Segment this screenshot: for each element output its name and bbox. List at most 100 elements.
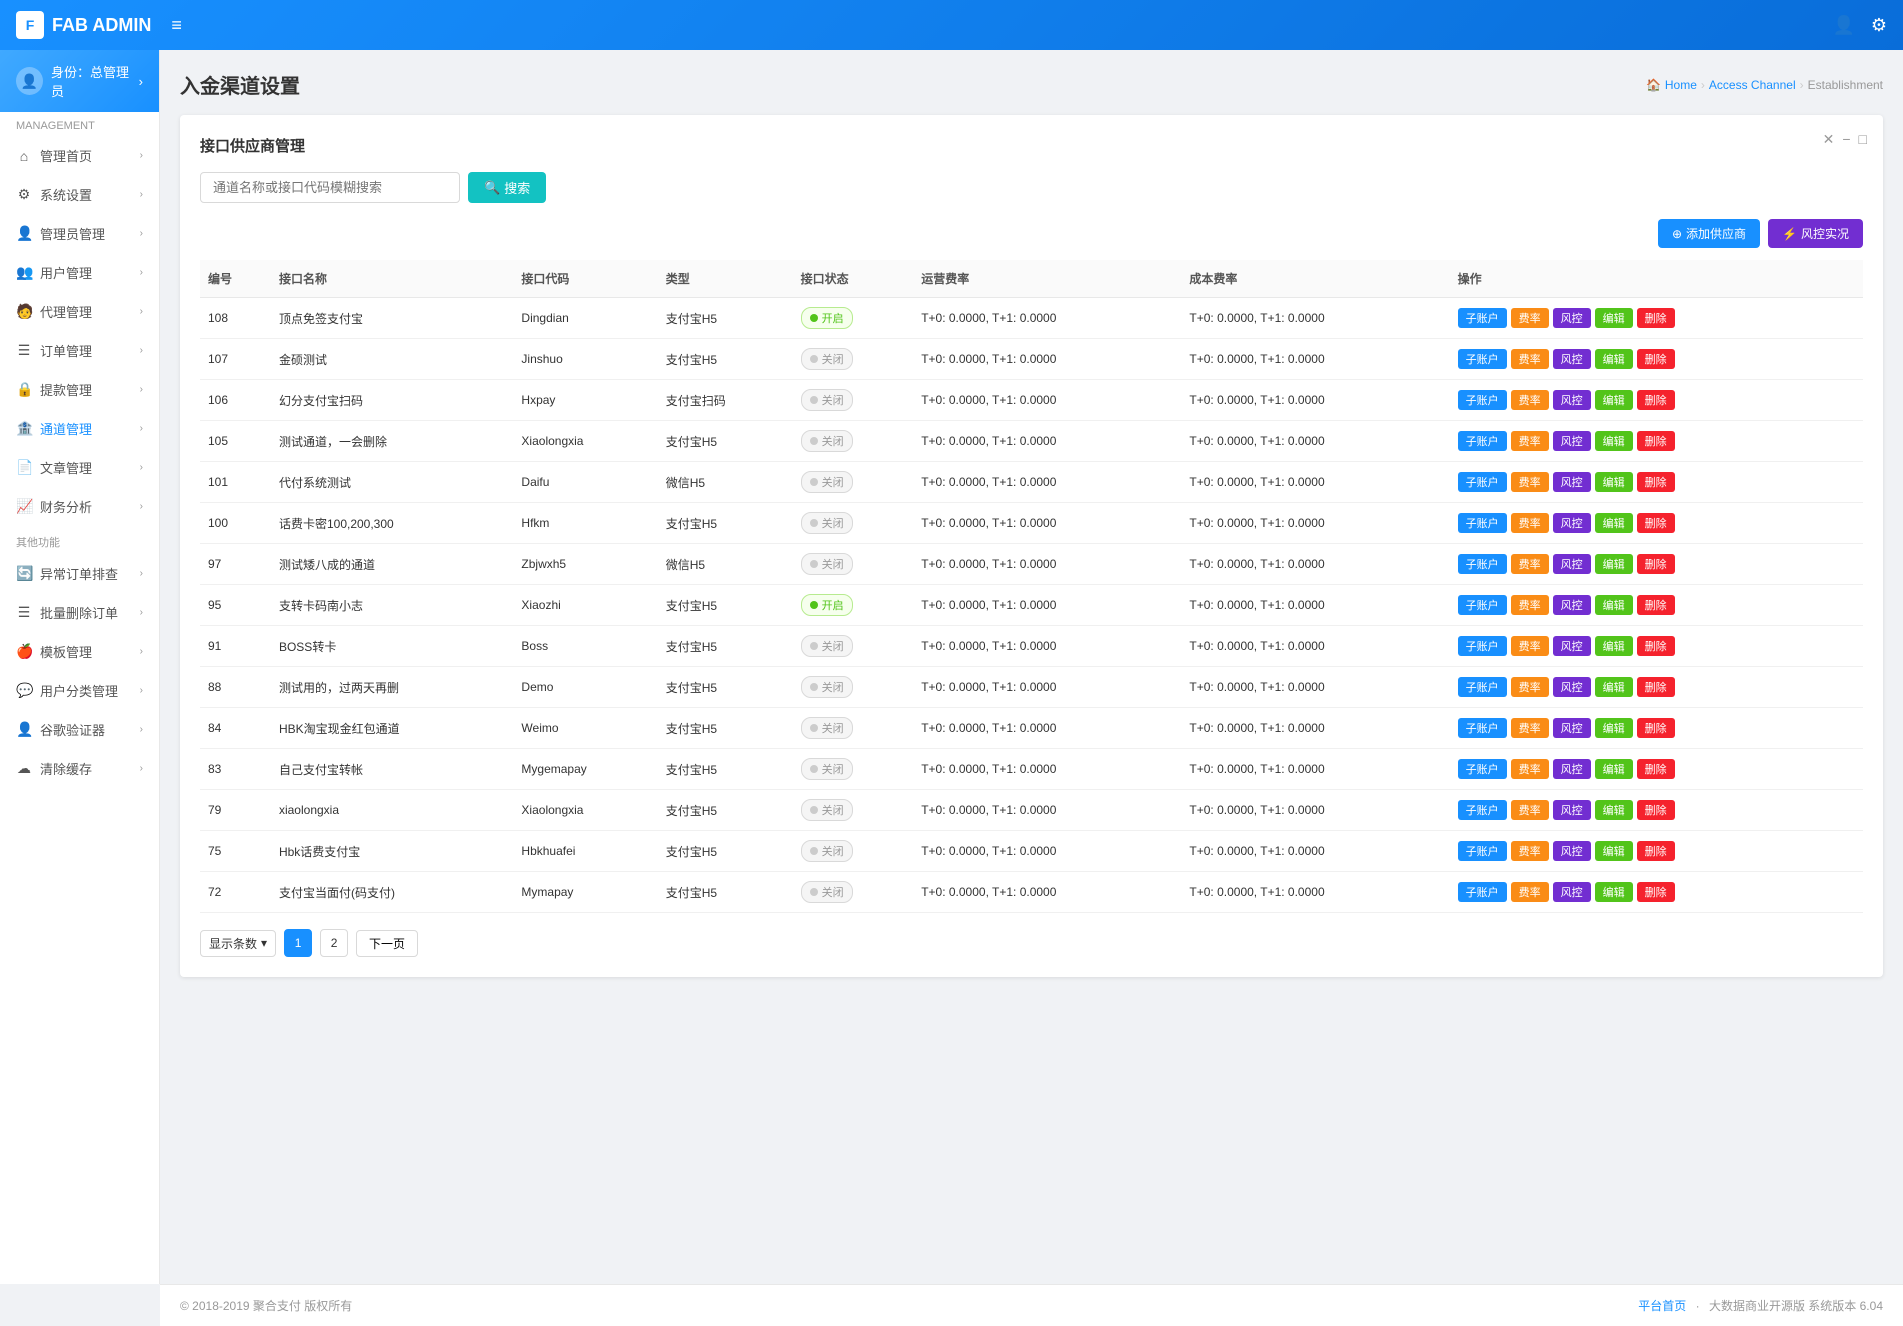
rate-button[interactable]: 费率 [1511, 431, 1549, 451]
delete-button[interactable]: 删除 [1637, 841, 1675, 861]
rate-button[interactable]: 费率 [1511, 349, 1549, 369]
rate-button[interactable]: 费率 [1511, 308, 1549, 328]
rate-button[interactable]: 费率 [1511, 718, 1549, 738]
rate-button[interactable]: 费率 [1511, 554, 1549, 574]
sidebar-item-home[interactable]: ⌂ 管理首页 › [0, 136, 159, 175]
search-input[interactable] [200, 172, 460, 203]
sidebar-item-google-auth[interactable]: 👤 谷歌验证器 › [0, 710, 159, 749]
edit-button[interactable]: 编辑 [1595, 718, 1633, 738]
delete-button[interactable]: 删除 [1637, 308, 1675, 328]
sub-account-button[interactable]: 子账户 [1458, 759, 1507, 779]
risk-button[interactable]: 风控 [1553, 472, 1591, 492]
delete-button[interactable]: 删除 [1637, 636, 1675, 656]
expand-icon[interactable]: □ [1859, 131, 1867, 148]
delete-button[interactable]: 删除 [1637, 349, 1675, 369]
delete-button[interactable]: 删除 [1637, 513, 1675, 533]
footer-platform-link[interactable]: 平台首页 [1638, 1299, 1686, 1313]
sub-account-button[interactable]: 子账户 [1458, 513, 1507, 533]
delete-button[interactable]: 删除 [1637, 677, 1675, 697]
risk-button[interactable]: 风控 [1553, 636, 1591, 656]
sub-account-button[interactable]: 子账户 [1458, 718, 1507, 738]
page-btn-1[interactable]: 1 [284, 929, 312, 957]
sub-account-button[interactable]: 子账户 [1458, 677, 1507, 697]
sub-account-button[interactable]: 子账户 [1458, 554, 1507, 574]
rate-button[interactable]: 费率 [1511, 472, 1549, 492]
edit-button[interactable]: 编辑 [1595, 636, 1633, 656]
sidebar-item-batch-delete[interactable]: ☰ 批量删除订单 › [0, 593, 159, 632]
rate-button[interactable]: 费率 [1511, 841, 1549, 861]
sub-account-button[interactable]: 子账户 [1458, 390, 1507, 410]
sub-account-button[interactable]: 子账户 [1458, 882, 1507, 902]
sidebar-item-users[interactable]: 👥 用户管理 › [0, 253, 159, 292]
delete-button[interactable]: 删除 [1637, 800, 1675, 820]
delete-button[interactable]: 删除 [1637, 431, 1675, 451]
edit-button[interactable]: 编辑 [1595, 595, 1633, 615]
risk-button[interactable]: 风控 [1553, 759, 1591, 779]
breadcrumb-home[interactable]: Home [1665, 78, 1697, 92]
sidebar-item-finance[interactable]: 📈 财务分析 › [0, 487, 159, 526]
edit-button[interactable]: 编辑 [1595, 390, 1633, 410]
sidebar-item-channels[interactable]: 🏦 通道管理 › [0, 409, 159, 448]
page-size-select[interactable]: 显示条数 ▾ [200, 930, 276, 957]
edit-button[interactable]: 编辑 [1595, 431, 1633, 451]
sidebar-item-anomaly[interactable]: 🔄 异常订单排查 › [0, 554, 159, 593]
add-supplier-button[interactable]: ⊕ 添加供应商 [1658, 219, 1760, 248]
sub-account-button[interactable]: 子账户 [1458, 595, 1507, 615]
sub-account-button[interactable]: 子账户 [1458, 308, 1507, 328]
rate-button[interactable]: 费率 [1511, 390, 1549, 410]
sidebar-item-user-categories[interactable]: 💬 用户分类管理 › [0, 671, 159, 710]
rate-button[interactable]: 费率 [1511, 636, 1549, 656]
edit-button[interactable]: 编辑 [1595, 841, 1633, 861]
sub-account-button[interactable]: 子账户 [1458, 636, 1507, 656]
minimize-icon[interactable]: − [1842, 131, 1850, 148]
sub-account-button[interactable]: 子账户 [1458, 841, 1507, 861]
rate-button[interactable]: 费率 [1511, 677, 1549, 697]
sidebar-user[interactable]: 👤 身份：总管理员 › [0, 50, 159, 112]
delete-button[interactable]: 删除 [1637, 595, 1675, 615]
risk-button[interactable]: 风控 [1553, 513, 1591, 533]
delete-button[interactable]: 删除 [1637, 718, 1675, 738]
breadcrumb-access-channel[interactable]: Access Channel [1709, 78, 1796, 92]
risk-button[interactable]: 风控 [1553, 882, 1591, 902]
risk-button[interactable]: 风控 [1553, 308, 1591, 328]
sidebar-item-settings[interactable]: ⚙ 系统设置 › [0, 175, 159, 214]
sub-account-button[interactable]: 子账户 [1458, 431, 1507, 451]
search-button[interactable]: 🔍 搜索 [468, 172, 546, 203]
risk-button[interactable]: 风控 [1553, 718, 1591, 738]
edit-button[interactable]: 编辑 [1595, 472, 1633, 492]
risk-button[interactable]: 风控 [1553, 554, 1591, 574]
user-icon[interactable]: 👤 [1832, 15, 1854, 36]
monitor-button[interactable]: ⚡ 风控实况 [1768, 219, 1863, 248]
next-page-button[interactable]: 下一页 [356, 930, 418, 957]
sidebar-item-clear-cache[interactable]: ☁ 清除缓存 › [0, 749, 159, 788]
risk-button[interactable]: 风控 [1553, 800, 1591, 820]
delete-button[interactable]: 删除 [1637, 759, 1675, 779]
delete-button[interactable]: 删除 [1637, 554, 1675, 574]
edit-button[interactable]: 编辑 [1595, 554, 1633, 574]
risk-button[interactable]: 风控 [1553, 841, 1591, 861]
edit-button[interactable]: 编辑 [1595, 513, 1633, 533]
delete-button[interactable]: 删除 [1637, 882, 1675, 902]
risk-button[interactable]: 风控 [1553, 390, 1591, 410]
edit-button[interactable]: 编辑 [1595, 308, 1633, 328]
sub-account-button[interactable]: 子账户 [1458, 800, 1507, 820]
delete-button[interactable]: 删除 [1637, 472, 1675, 492]
rate-button[interactable]: 费率 [1511, 513, 1549, 533]
sidebar-item-templates[interactable]: 🍎 模板管理 › [0, 632, 159, 671]
edit-button[interactable]: 编辑 [1595, 349, 1633, 369]
sub-account-button[interactable]: 子账户 [1458, 472, 1507, 492]
edit-button[interactable]: 编辑 [1595, 882, 1633, 902]
edit-button[interactable]: 编辑 [1595, 677, 1633, 697]
sidebar-item-withdrawals[interactable]: 🔒 提款管理 › [0, 370, 159, 409]
risk-button[interactable]: 风控 [1553, 431, 1591, 451]
rate-button[interactable]: 费率 [1511, 800, 1549, 820]
edit-button[interactable]: 编辑 [1595, 800, 1633, 820]
rate-button[interactable]: 费率 [1511, 759, 1549, 779]
menu-toggle-icon[interactable]: ≡ [171, 15, 182, 36]
sidebar-item-agents[interactable]: 🧑 代理管理 › [0, 292, 159, 331]
page-btn-2[interactable]: 2 [320, 929, 348, 957]
risk-button[interactable]: 风控 [1553, 349, 1591, 369]
close-icon[interactable]: ✕ [1823, 131, 1835, 148]
rate-button[interactable]: 费率 [1511, 595, 1549, 615]
sidebar-item-admin[interactable]: 👤 管理员管理 › [0, 214, 159, 253]
